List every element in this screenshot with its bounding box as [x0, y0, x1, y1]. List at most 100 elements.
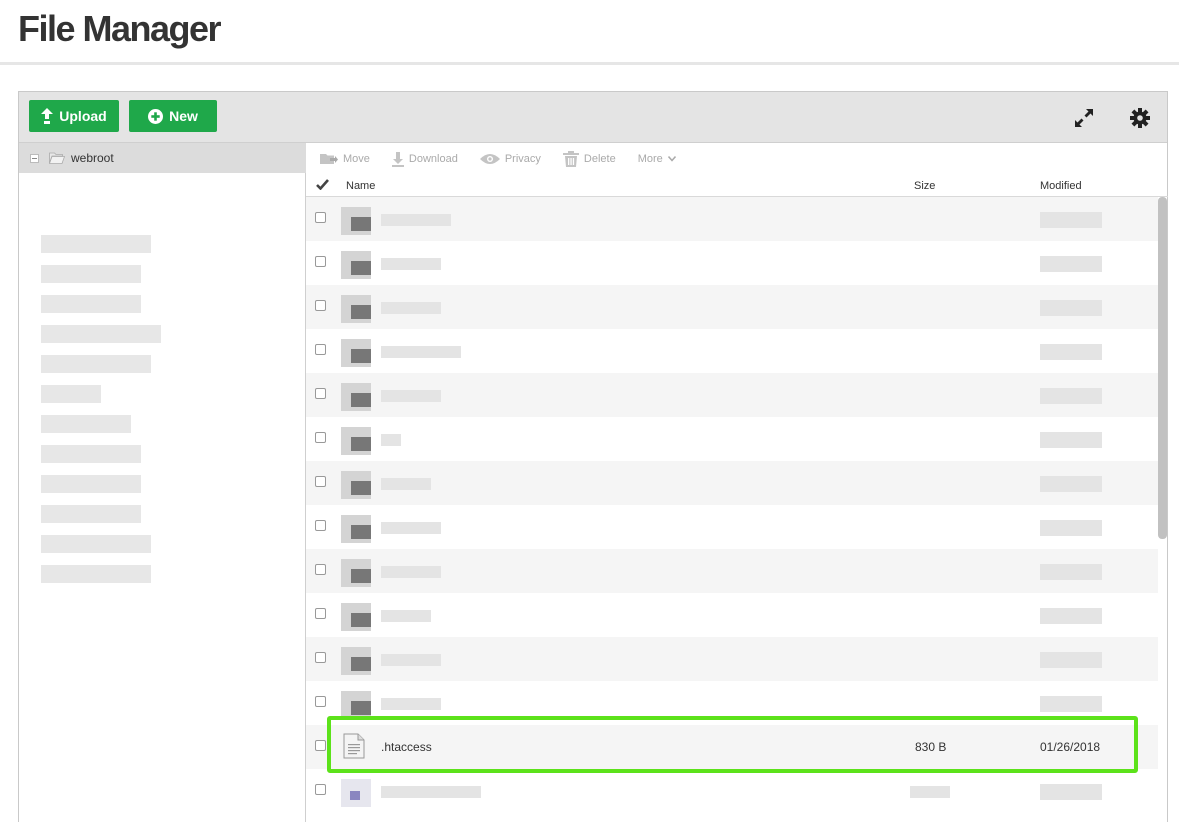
tree-item[interactable] — [41, 475, 141, 493]
table-header: Name Size Modified — [306, 175, 1168, 197]
table-row[interactable] — [306, 285, 1158, 329]
tree-item[interactable] — [41, 385, 101, 403]
privacy-button[interactable]: Privacy — [479, 153, 541, 165]
table-row[interactable] — [306, 769, 1158, 813]
row-checkbox[interactable] — [315, 784, 326, 795]
tree-item[interactable] — [41, 265, 141, 283]
folder-icon — [341, 603, 371, 631]
gear-icon[interactable] — [1129, 107, 1151, 129]
chevron-down-icon — [667, 156, 676, 162]
redacted-date — [1040, 388, 1102, 404]
tree-item[interactable] — [41, 355, 151, 373]
row-checkbox[interactable] — [315, 300, 326, 311]
table-row[interactable] — [306, 373, 1158, 417]
new-button[interactable]: New — [129, 100, 217, 132]
tree-item[interactable] — [41, 565, 151, 583]
folder-icon — [341, 383, 371, 411]
table-row[interactable] — [306, 593, 1158, 637]
file-manager-window: Upload New webroot Move Download Privacy… — [18, 91, 1168, 822]
table-row[interactable] — [306, 505, 1158, 549]
tree-item[interactable] — [41, 505, 141, 523]
document-icon — [343, 733, 365, 759]
table-row[interactable] — [306, 329, 1158, 373]
more-dropdown[interactable]: More — [638, 153, 676, 165]
move-button[interactable]: Move — [320, 152, 370, 166]
upload-arrow-icon — [41, 108, 54, 124]
redacted-date — [1040, 212, 1102, 228]
redacted-date — [1040, 520, 1102, 536]
tree-item[interactable] — [41, 325, 161, 343]
upload-button[interactable]: Upload — [29, 100, 119, 132]
move-label: Move — [343, 153, 370, 165]
redacted-name — [381, 258, 441, 270]
row-checkbox[interactable] — [315, 520, 326, 531]
delete-label: Delete — [583, 153, 616, 165]
folder-icon — [341, 647, 371, 675]
expand-icon[interactable] — [1073, 107, 1095, 129]
file-actions-bar: Move Download Privacy Delete More — [306, 143, 1168, 175]
table-row[interactable] — [306, 461, 1158, 505]
table-row-htaccess[interactable]: .htaccess 830 B 01/26/2018 — [306, 725, 1158, 769]
scrollbar[interactable] — [1158, 197, 1167, 539]
tree-root-webroot[interactable]: webroot — [19, 143, 306, 173]
redacted-date — [1040, 476, 1102, 492]
file-size: 830 B — [915, 740, 947, 754]
table-row[interactable] — [306, 197, 1158, 241]
row-checkbox[interactable] — [315, 388, 326, 399]
collapse-toggle-icon[interactable] — [30, 153, 39, 163]
select-all-check-icon[interactable] — [316, 179, 329, 193]
tree-item[interactable] — [41, 295, 141, 313]
redacted-date — [1040, 608, 1102, 624]
redacted-name — [381, 478, 431, 490]
column-header-name[interactable]: Name — [346, 180, 375, 192]
row-checkbox[interactable] — [315, 652, 326, 663]
table-row[interactable] — [306, 637, 1158, 681]
folder-open-icon — [49, 152, 65, 164]
row-checkbox[interactable] — [315, 256, 326, 267]
row-checkbox[interactable] — [315, 696, 326, 707]
delete-button[interactable]: Delete — [562, 151, 616, 167]
tree-item[interactable] — [41, 535, 151, 553]
redacted-name — [381, 346, 461, 358]
folder-icon — [341, 207, 371, 235]
tree-item[interactable] — [41, 235, 151, 253]
redacted-date — [1040, 564, 1102, 580]
folder-icon — [341, 339, 371, 367]
folder-icon — [341, 515, 371, 543]
more-label: More — [637, 153, 663, 165]
trash-icon — [562, 151, 579, 167]
table-row[interactable] — [306, 241, 1158, 285]
download-button[interactable]: Download — [391, 151, 458, 167]
row-checkbox[interactable] — [315, 344, 326, 355]
row-checkbox[interactable] — [315, 212, 326, 223]
folder-icon — [341, 427, 371, 455]
table-row[interactable] — [306, 681, 1158, 725]
redacted-date — [1040, 300, 1102, 316]
tree-item[interactable] — [41, 445, 141, 463]
title-divider — [0, 62, 1179, 65]
eye-icon — [479, 154, 500, 164]
file-rows: .htaccess 830 B 01/26/2018 — [306, 197, 1158, 822]
page-title: File Manager — [18, 8, 222, 49]
folder-icon — [341, 471, 371, 499]
row-checkbox[interactable] — [315, 564, 326, 575]
folder-icon — [341, 559, 371, 587]
privacy-label: Privacy — [504, 153, 541, 165]
new-button-label: New — [169, 108, 198, 124]
redacted-name — [381, 390, 441, 402]
row-checkbox[interactable] — [315, 432, 326, 443]
column-header-modified[interactable]: Modified — [1040, 180, 1082, 192]
column-header-size[interactable]: Size — [914, 180, 935, 192]
row-checkbox[interactable] — [315, 740, 326, 751]
redacted-date — [1040, 344, 1102, 360]
row-checkbox[interactable] — [315, 476, 326, 487]
table-row[interactable] — [306, 549, 1158, 593]
file-name[interactable]: .htaccess — [381, 740, 432, 754]
redacted-name — [381, 214, 451, 226]
tree-item[interactable] — [41, 415, 131, 433]
redacted-name — [381, 698, 441, 710]
table-row[interactable] — [306, 417, 1158, 461]
redacted-name — [381, 302, 441, 314]
row-checkbox[interactable] — [315, 608, 326, 619]
redacted-size — [910, 786, 950, 798]
